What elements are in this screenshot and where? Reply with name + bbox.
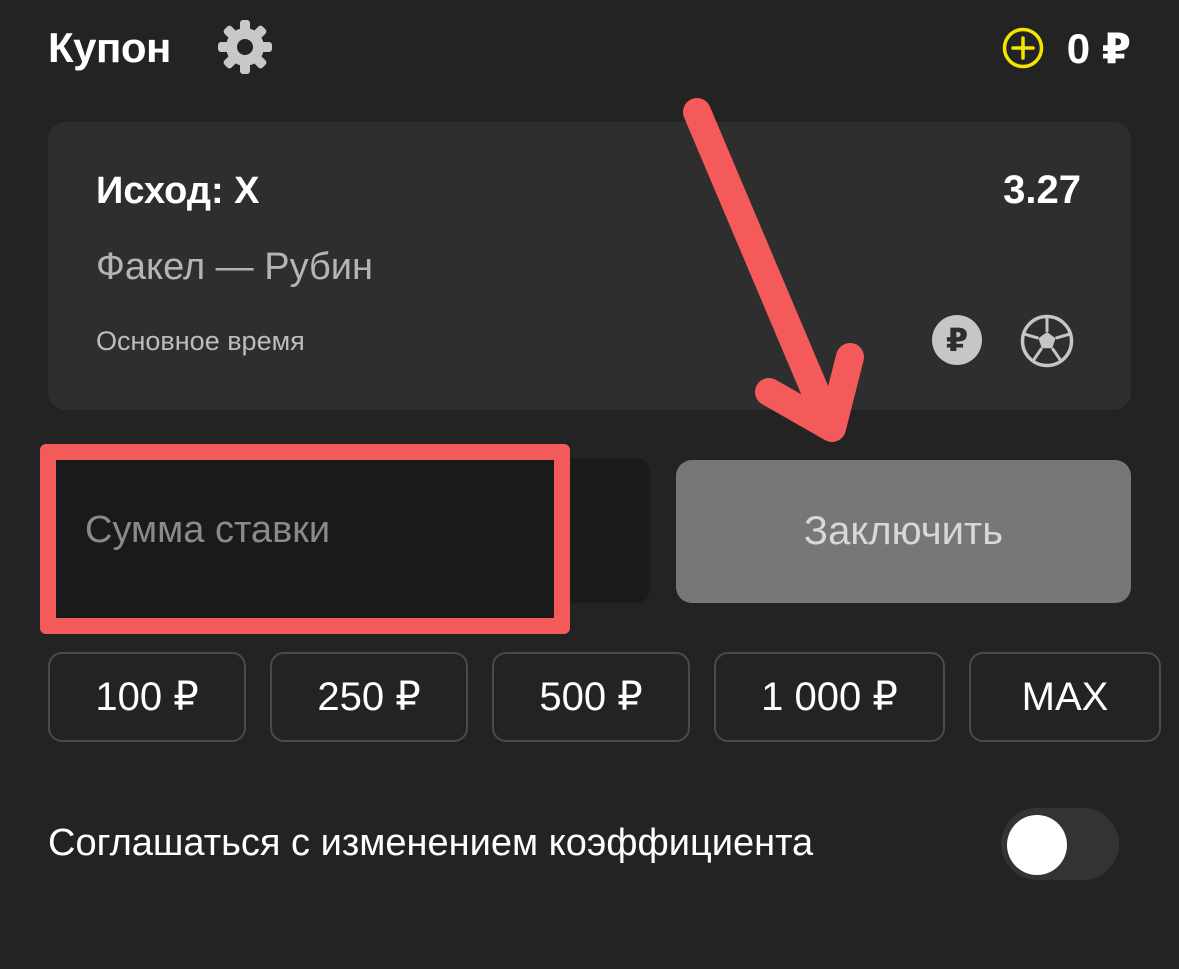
place-bet-button[interactable]: Заключить <box>676 460 1131 603</box>
ruble-icon: ₽ <box>932 315 982 365</box>
quick-amount-100[interactable]: 100 ₽ <box>48 652 246 742</box>
bet-coefficient: 3.27 <box>1003 168 1081 212</box>
soccer-ball-icon <box>1020 314 1074 368</box>
accept-odds-change-label: Соглашаться с изменением коэффициента <box>48 822 814 864</box>
bet-outcome: Исход: X <box>96 170 260 212</box>
toggle-knob <box>1007 815 1067 875</box>
quick-amount-max[interactable]: MAX <box>969 652 1161 742</box>
balance-amount: 0 ₽ <box>1066 24 1131 72</box>
gear-icon[interactable] <box>215 17 275 77</box>
quick-amount-500[interactable]: 500 ₽ <box>492 652 690 742</box>
accept-odds-change-toggle[interactable] <box>1001 808 1119 880</box>
bet-card: Исход: X 3.27 Факел — Рубин Основное вре… <box>48 122 1131 410</box>
balance-area: 0 ₽ <box>1001 20 1131 76</box>
page-title: Купон <box>48 24 171 71</box>
stake-amount-input[interactable] <box>85 480 525 580</box>
quick-amount-250[interactable]: 250 ₽ <box>270 652 468 742</box>
plus-circle-icon[interactable] <box>1001 26 1045 70</box>
match-name: Факел — Рубин <box>96 246 373 288</box>
match-period: Основное время <box>96 326 305 356</box>
quick-amount-1000[interactable]: 1 000 ₽ <box>714 652 945 742</box>
